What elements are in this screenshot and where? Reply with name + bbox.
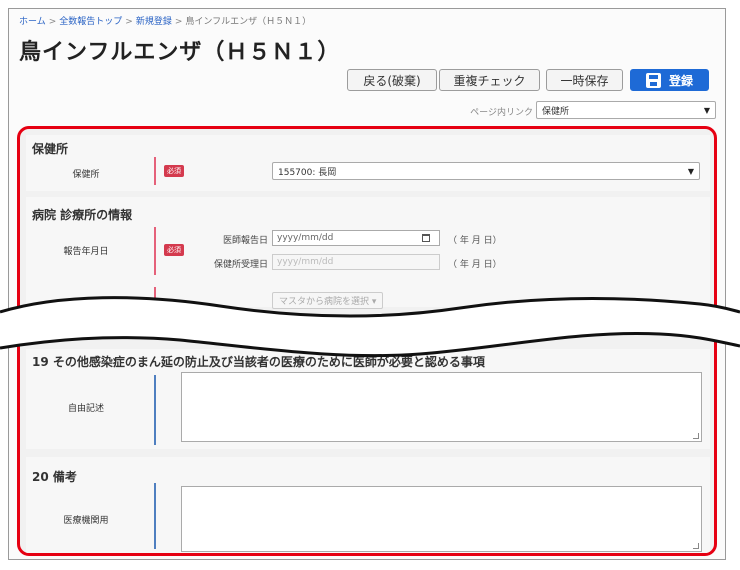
hc-received-date-label: 保健所受理日	[213, 260, 268, 270]
breadcrumb-separator: >	[125, 17, 133, 27]
calendar-icon[interactable]	[422, 234, 430, 242]
section-20: 20 備考 医療機関用	[26, 457, 710, 553]
chevron-down-icon: ▼	[703, 105, 710, 115]
page-link-label: ページ内リンク	[470, 108, 533, 118]
page-title: 鳥インフルエンザ（Ｈ５Ｎ１）	[19, 40, 341, 65]
doctor-report-date-placeholder: yyyy/mm/dd	[277, 233, 334, 243]
report-date-row-label: 報告年月日	[63, 247, 109, 257]
required-badge: 必須	[164, 165, 184, 177]
breadcrumb-separator: >	[48, 17, 57, 27]
breadcrumb: ホーム > 全数報告トップ > 新規登録 > 鳥インフルエンザ（Ｈ５Ｎ１）	[19, 14, 311, 27]
back-discard-button[interactable]: 戻る(破棄)	[347, 69, 437, 91]
hc-received-date-input: yyyy/mm/dd	[272, 254, 440, 270]
chevron-down-icon: ▼	[687, 166, 694, 176]
save-icon	[645, 72, 661, 88]
duplicate-check-button[interactable]: 重複チェック	[439, 69, 540, 91]
hospital-title: 病院 診療所の情報	[32, 208, 133, 222]
ymd-hint: （ 年 月 日）	[448, 260, 502, 270]
health-center-row-label: 保健所	[72, 170, 100, 180]
resize-handle[interactable]	[693, 433, 699, 439]
wave-fill	[0, 297, 740, 356]
breadcrumb-home-link[interactable]: ホーム	[19, 17, 46, 27]
doctor-report-date-input[interactable]: yyyy/mm/dd	[272, 230, 440, 246]
required-badge: 必須	[164, 244, 184, 256]
medical-use-row-label: 医療機関用	[63, 516, 109, 526]
health-center-selected: 155700: 長岡	[278, 167, 337, 178]
hc-received-date-placeholder: yyyy/mm/dd	[277, 257, 334, 267]
free-text-row-label: 自由記述	[67, 404, 104, 414]
health-center-select[interactable]: 155700: 長岡 ▼	[272, 162, 700, 180]
temp-save-button[interactable]: 一時保存	[546, 69, 623, 91]
resize-handle[interactable]	[693, 543, 699, 549]
row-divider	[154, 157, 156, 185]
row-divider	[154, 375, 156, 445]
breadcrumb-current: 鳥インフルエンザ（Ｈ５Ｎ１）	[185, 17, 312, 27]
row-divider	[154, 227, 156, 275]
register-button-label: 登録	[668, 73, 693, 88]
ymd-hint: （ 年 月 日）	[448, 236, 502, 246]
doctor-report-date-label: 医師報告日	[222, 236, 268, 246]
breadcrumb-top-link[interactable]: 全数報告トップ	[59, 17, 122, 27]
free-text-textarea[interactable]	[181, 372, 702, 442]
section-19: 19 その他感染症のまん延の防止及び当該者の医療のために医師が必要と認める事項 …	[26, 349, 710, 449]
breadcrumb-separator: >	[174, 17, 183, 27]
wave-cut-overlay	[0, 296, 740, 358]
breadcrumb-new-link[interactable]: 新規登録	[136, 17, 172, 27]
register-button[interactable]: 登録	[630, 69, 709, 91]
app-window: ホーム > 全数報告トップ > 新規登録 > 鳥インフルエンザ（Ｈ５Ｎ１） 鳥インフルエンザ…	[8, 8, 726, 560]
remarks-textarea[interactable]	[181, 486, 702, 552]
section-20-title: 20 備考	[32, 470, 77, 484]
page-link-selected: 保健所	[542, 106, 570, 117]
health-center-title: 保健所	[32, 142, 69, 156]
row-divider	[154, 483, 156, 549]
health-center-section: 保健所 保健所 必須 155700: 長岡 ▼	[26, 135, 710, 191]
page-link-select[interactable]: 保健所 ▼	[536, 101, 716, 119]
